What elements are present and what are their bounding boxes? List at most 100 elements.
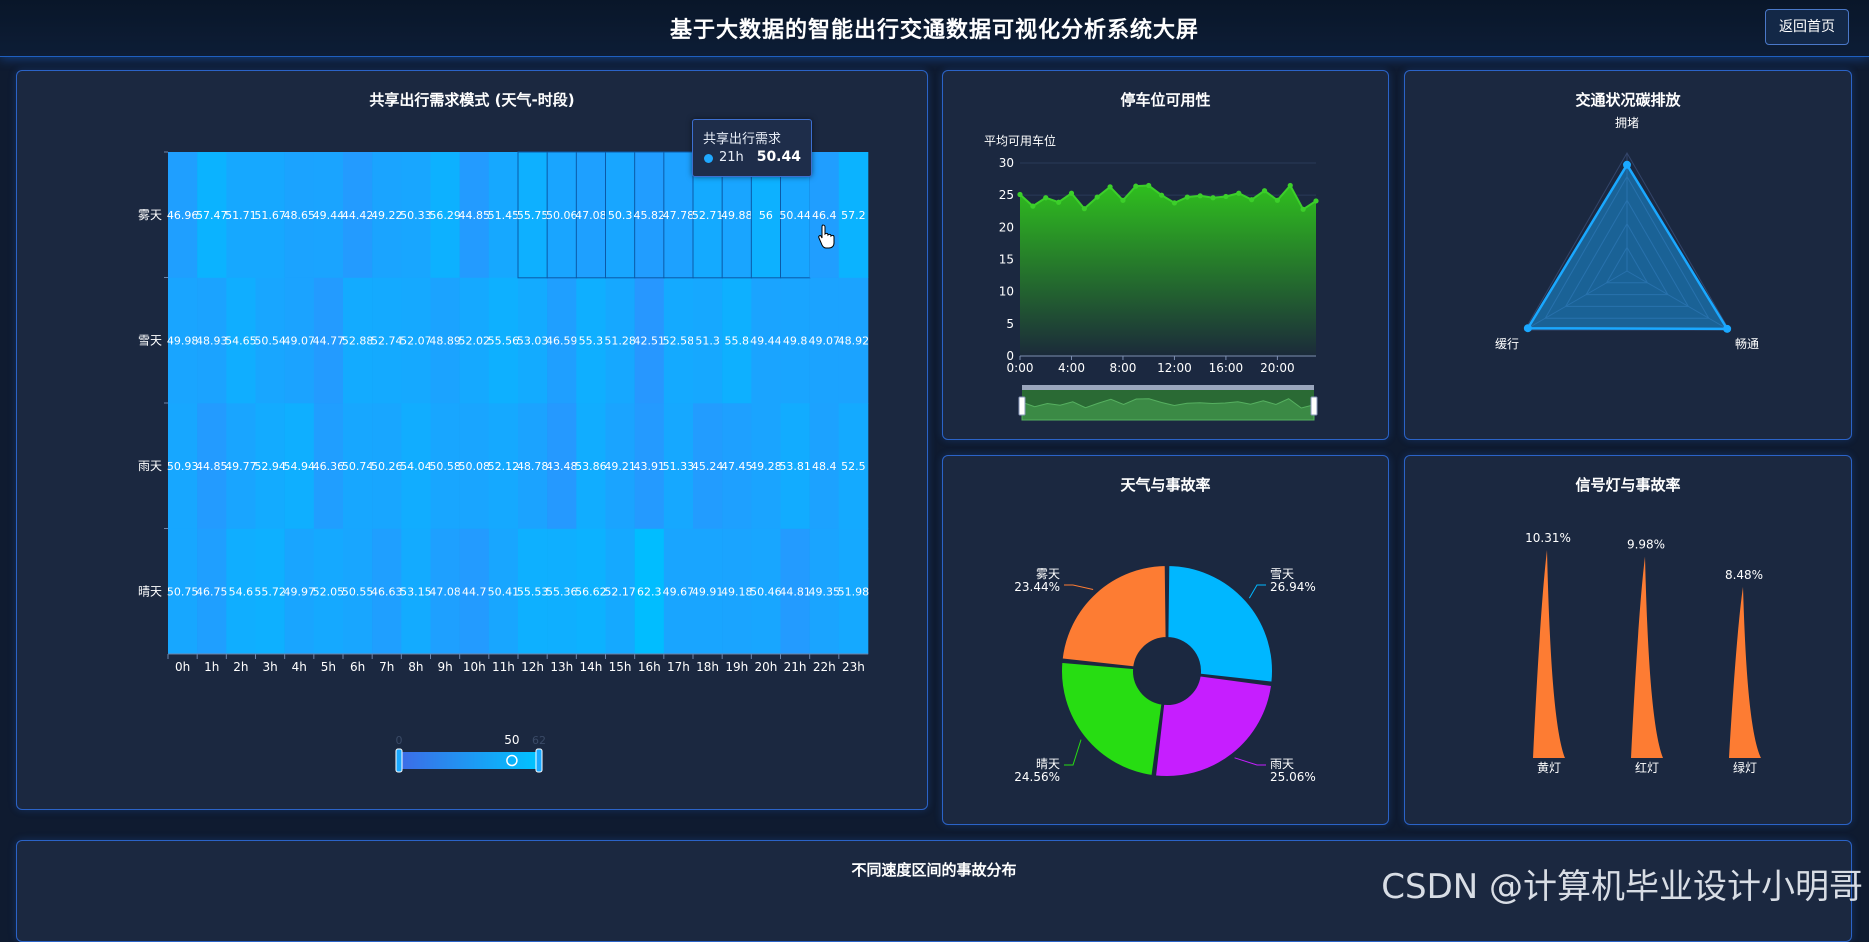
visualmap-handle-min	[395, 748, 403, 773]
parking-point	[1120, 197, 1126, 203]
heatmap-cell-label: 50.75	[167, 585, 199, 598]
parking-area	[1020, 185, 1316, 356]
heatmap-cell-label: 57.2	[841, 209, 866, 222]
radar-point	[1523, 324, 1532, 333]
heatmap-x-tick: 19h	[725, 660, 748, 674]
parking-point	[1158, 192, 1165, 198]
parking-point	[1056, 199, 1062, 205]
heatmap-cell-label: 49.21	[604, 460, 636, 473]
parking-point	[1184, 194, 1190, 200]
signal-category-label: 绿灯	[1733, 760, 1757, 775]
heatmap-chart[interactable]: 50.7546.75 54.6 55.7249.9752.0550.5546.635…	[16, 70, 926, 808]
pie-label-line	[1234, 757, 1266, 766]
heatmap-cell-label: 52.94	[254, 460, 286, 473]
heatmap-x-tick: 12h	[521, 660, 544, 674]
heatmap-cell-label: 48.78	[517, 460, 549, 473]
heatmap-x-tick: 2h	[233, 660, 248, 674]
heatmap-x-tick: 1h	[204, 660, 219, 674]
heatmap-cell-label: 42.51	[634, 334, 666, 347]
heatmap-cell-label: 50.26	[371, 460, 403, 473]
heatmap-cell-label: 47.08	[429, 585, 461, 598]
heatmap-cell-label: 50.44	[779, 209, 811, 222]
csdn-watermark: CSDN @计算机毕业设计小明哥	[1381, 867, 1863, 907]
pie-label-value: 26.94%	[1270, 580, 1316, 594]
heatmap-x-tick: 6h	[350, 660, 365, 674]
radar-indicator-label: 缓行	[1495, 337, 1519, 351]
pie-label-value: 23.44%	[1014, 580, 1060, 594]
heatmap-cell-label: 50.58	[429, 460, 461, 473]
signal-category-label: 红灯	[1635, 760, 1659, 775]
heatmap-cell-label: 50.08	[459, 460, 491, 473]
parking-y-tick: 25	[999, 188, 1014, 202]
heatmap-cell-label: 50.33	[400, 209, 432, 222]
parking-point	[1261, 188, 1268, 194]
heatmap-x-tick: 5h	[321, 660, 336, 674]
heatmap-x-tick: 4h	[292, 660, 307, 674]
signal-accident-chart[interactable]: 10.31% 黄灯 9.98% 红灯 8.48% 绿灯	[1404, 455, 1850, 823]
heatmap-cell-label: 52.02	[459, 334, 491, 347]
heatmap-x-tick: 10h	[463, 660, 486, 674]
heatmap-cell-label: 50.93	[167, 460, 199, 473]
signal-bar	[1631, 556, 1663, 758]
pie-label-line	[1064, 584, 1094, 590]
parking-point	[1236, 190, 1242, 196]
heatmap-tooltip: 共享出行需求 21h 50.44	[692, 119, 812, 177]
tooltip-label: 21h	[719, 150, 744, 165]
pie-slice	[1060, 660, 1164, 777]
heatmap-cell-label: 62.3	[637, 585, 662, 598]
parking-point	[1081, 206, 1087, 212]
heatmap-x-tick: 8h	[408, 660, 423, 674]
heatmap-cell-label: 51.33	[663, 460, 695, 473]
heatmap-cell-label: 47.45	[721, 460, 753, 473]
parking-point	[1287, 182, 1293, 189]
page-title: 基于大数据的智能出行交通数据可视化分析系统大屏	[669, 18, 1199, 43]
heatmap-cell-label: 50.3	[608, 209, 633, 222]
heatmap-cell-label: 44.81	[779, 585, 811, 598]
heatmap-y-tick: 晴天	[138, 584, 162, 598]
heatmap-cell-label: 45.82	[634, 209, 666, 222]
heatmap-cell-label: 57.47	[196, 209, 228, 222]
pie-label-line	[1248, 584, 1266, 599]
heatmap-cell-label: 56.29	[429, 209, 461, 222]
heatmap-cell-label: 44.42	[342, 209, 374, 222]
signal-bar-label: 9.98%	[1627, 538, 1665, 552]
heatmap-cell-label: 43.48	[546, 460, 578, 473]
heatmap-cell-label: 54.94	[284, 460, 316, 473]
heatmap-cell-label: 46.63	[371, 585, 403, 598]
heatmap-cell-label: 53.15	[400, 585, 432, 598]
parking-x-tick: 0:00	[1007, 361, 1034, 375]
heatmap-cell-label: 55.36	[546, 585, 578, 598]
top-bar: 基于大数据的智能出行交通数据可视化分析系统大屏 返回首页	[0, 0, 1869, 57]
heatmap-cell-label: 51.67	[254, 209, 286, 222]
heatmap-cell-label: 48.4	[812, 460, 837, 473]
heatmap-cell-label: 52.88	[342, 334, 374, 347]
pie-label-name: 雨天	[1270, 757, 1294, 771]
back-home-button[interactable]: 返回首页	[1765, 9, 1849, 45]
heatmap-cell-label: 49.91	[692, 585, 724, 598]
heatmap-cell-label: 46.36	[313, 460, 345, 473]
heatmap-cell-label: 55.3	[579, 334, 604, 347]
heatmap-cell-label: 55.75	[517, 209, 549, 222]
heatmap-cell-label: 49.28	[750, 460, 782, 473]
parking-point	[1030, 203, 1036, 209]
parking-point	[1210, 195, 1216, 201]
heatmap-cell-label: 53.03	[517, 334, 549, 347]
heatmap-cell-label: 47.08	[575, 209, 607, 222]
radar-chart[interactable]: 拥堵畅通 缓行	[1404, 70, 1850, 438]
parking-point	[1017, 191, 1023, 198]
heatmap-cell-label: 49.8	[783, 334, 808, 347]
parking-chart[interactable]: 平均可用车位0510152025300:00 4:00 8:00 12:00 16:00…	[942, 70, 1387, 438]
heatmap-y-tick: 雪天	[138, 333, 162, 347]
weather-accident-chart[interactable]: 雪天26.94% 雨天25.06% 晴天24.56% 雾天23.44%	[942, 455, 1387, 823]
heatmap-cell-label: 53.86	[575, 460, 607, 473]
radar-point	[1623, 160, 1631, 169]
heatmap-cell-label: 55.72	[254, 585, 286, 598]
heatmap-x-tick: 3h	[262, 660, 277, 674]
heatmap-x-tick: 21h	[784, 660, 807, 674]
heatmap-x-tick: 15h	[609, 660, 632, 674]
heatmap-cell-label: 49.88	[721, 209, 753, 222]
heatmap-cell-label: 52.71	[692, 209, 724, 222]
pie-slice	[1060, 564, 1168, 669]
pie-label-name: 雪天	[1270, 567, 1294, 581]
heatmap-cell-label: 44.85	[459, 209, 491, 222]
